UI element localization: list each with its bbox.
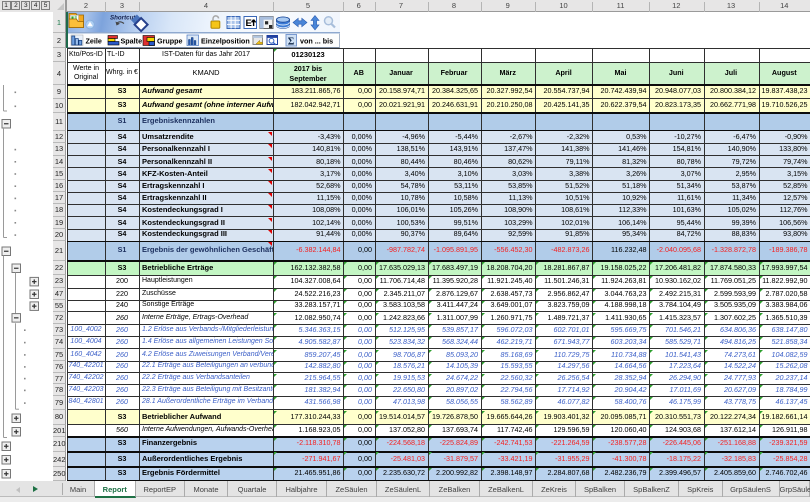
- svg-text:Σ: Σ: [288, 36, 295, 47]
- svg-text:Einzelposition: Einzelposition: [201, 37, 250, 46]
- svg-text:Spalte: Spalte: [121, 37, 143, 46]
- svg-text:Gruppe: Gruppe: [157, 37, 183, 46]
- svg-text:Zeile: Zeile: [86, 37, 102, 46]
- svg-text:E: E: [246, 18, 252, 29]
- svg-text:von ... bis: von ... bis: [300, 37, 333, 46]
